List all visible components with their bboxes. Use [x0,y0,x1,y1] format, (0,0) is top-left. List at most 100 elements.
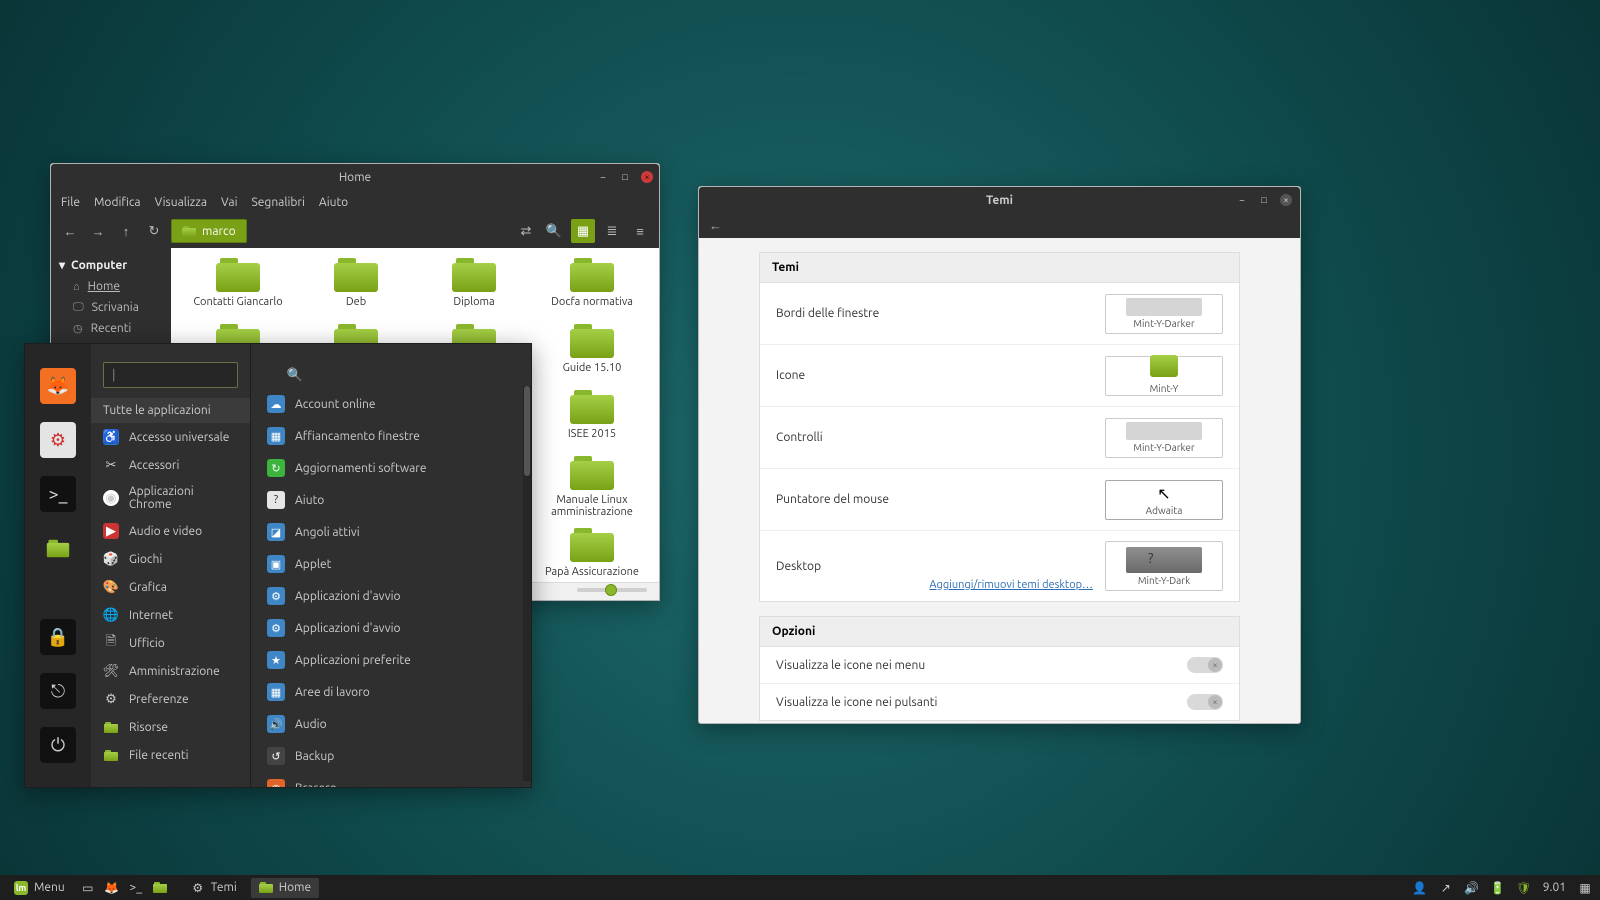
window-borders-selector[interactable]: Mint-Y-Darker [1105,294,1223,334]
app-item[interactable]: ↺Backup [257,740,525,772]
folder-item[interactable]: Docfa normativa [533,258,651,308]
refresh-button[interactable]: ↻ [143,220,165,242]
category-item[interactable]: ⚙Preferenze [91,685,250,713]
category-item[interactable]: 🛠Amministrazione [91,657,250,685]
compact-view-button[interactable]: ≡ [629,220,651,242]
shutdown-button[interactable]: ⏻ [40,727,76,763]
folder-item[interactable]: Diploma [415,258,533,308]
add-remove-desktop-themes-link[interactable]: Aggiungi/rimuovi temi desktop… [929,579,1093,591]
folder-item[interactable]: Contatti Giancarlo [179,258,297,308]
app-item[interactable]: ▦Affiancamento finestre [257,420,525,452]
category-item[interactable]: 🎲Giochi [91,545,250,573]
app-item[interactable]: ⚙Applicazioni d'avvio [257,580,525,612]
sidebar-item-recent[interactable]: ◷Recenti [51,318,171,339]
task-button-home[interactable]: Home [251,878,319,898]
category-item[interactable]: ◉Applicazioni Chrome [91,479,250,517]
category-item[interactable]: Risorse [91,713,250,741]
category-item[interactable]: 🎨Grafica [91,573,250,601]
back-button[interactable]: ← [59,220,81,242]
sidebar-item-home[interactable]: ⌂Home [51,276,171,297]
maximize-button[interactable]: □ [1258,194,1270,206]
panel-menu-button[interactable]: lm Menu [8,881,71,895]
category-item[interactable]: 🌐Internet [91,601,250,629]
user-applet-icon[interactable]: 👤 [1413,881,1427,895]
calendar-applet-icon[interactable]: ▦ [1578,881,1592,895]
menu-help[interactable]: Aiuto [319,196,348,209]
toggle-icons-in-buttons[interactable]: × [1187,694,1223,710]
file-manager-titlebar[interactable]: Home – □ × [51,164,659,190]
maximize-button[interactable]: □ [619,171,631,183]
menu-go[interactable]: Vai [221,196,238,209]
zoom-slider[interactable] [577,588,647,592]
folder-item[interactable]: ISEE 2015 [533,390,651,440]
favorite-firefox[interactable]: 🦊 [40,368,76,404]
category-item[interactable]: ✂Accessori [91,451,250,479]
search-button[interactable]: 🔍 [543,220,565,242]
category-item[interactable]: ♿Accesso universale [91,423,250,451]
minimize-button[interactable]: – [1236,194,1248,206]
favorite-terminal[interactable]: >_ [40,476,76,512]
folder-item[interactable]: Papà Assicurazione [533,528,651,578]
volume-applet-icon[interactable]: 🔊 [1465,881,1479,895]
mouse-pointer-selector[interactable]: ↖ Adwaita [1105,480,1223,520]
category-all-applications[interactable]: Tutte le applicazioni [91,398,250,423]
panel-launcher-firefox[interactable]: 🦊 [105,881,119,895]
menu-bookmarks[interactable]: Segnalibri [252,196,305,209]
panel-launcher-files[interactable] [153,881,167,895]
menu-scrollbar[interactable] [523,386,531,781]
lock-screen-button[interactable]: 🔒 [40,619,76,655]
themes-titlebar[interactable]: Temi – □ × [699,187,1300,213]
icon-view-button[interactable]: ▦ [571,219,595,243]
folder-item[interactable]: Manuale Linux amministrazione [533,456,651,518]
app-item[interactable]: ◪Angoli attivi [257,516,525,548]
menu-view[interactable]: Visualizza [155,196,207,209]
category-item[interactable]: ▶Audio e video [91,517,250,545]
sidebar-section-computer[interactable]: ▾ Computer [51,254,171,276]
favorite-files[interactable] [40,530,76,566]
app-item[interactable]: ?Aiuto [257,484,525,516]
panel-launcher-terminal[interactable]: >_ [129,881,143,895]
controls-theme-selector[interactable]: Mint-Y-Darker [1105,418,1223,458]
update-applet-icon[interactable]: 🛡 [1517,881,1531,895]
category-item[interactable]: File recenti [91,741,250,769]
category-item[interactable]: 🗎Ufficio [91,629,250,657]
games-icon: 🎲 [103,551,119,567]
app-item[interactable]: ★Applicazioni preferite [257,644,525,676]
toggle-icons-in-menus[interactable]: × [1187,657,1223,673]
favorite-software[interactable]: ⚙ [40,422,76,458]
app-item[interactable]: ▦Aree di lavoro [257,676,525,708]
app-item[interactable]: 🔊Audio [257,708,525,740]
close-button[interactable]: × [641,171,653,183]
menu-search-box[interactable]: | 🔍 [103,362,238,388]
back-button[interactable]: ← [709,218,722,233]
places-icon [103,719,119,735]
folder-icon [570,456,614,490]
task-button-temi[interactable]: ⚙ Temi [183,878,245,898]
folder-item[interactable]: Guide 15.10 [533,324,651,374]
clock-applet[interactable]: 9.01 [1543,881,1566,894]
icons-theme-selector[interactable]: Mint-Y [1105,356,1223,396]
logout-button[interactable]: ⎋ [40,673,76,709]
sidebar-item-desktop[interactable]: 🖵Scrivania [51,297,171,318]
app-item[interactable]: ⚙Applicazioni d'avvio [257,612,525,644]
scrollbar-thumb[interactable] [524,386,530,476]
list-view-button[interactable]: ≣ [601,220,623,242]
path-segment-home[interactable]: marco [171,219,247,243]
menu-file[interactable]: File [61,196,80,209]
zoom-slider-handle[interactable] [605,584,617,596]
app-item[interactable]: ↻Aggiornamenti software [257,452,525,484]
forward-button[interactable]: → [87,220,109,242]
panel-show-desktop[interactable]: ▭ [81,881,95,895]
up-button[interactable]: ↑ [115,220,137,242]
app-item[interactable]: ☁Account online [257,388,525,420]
battery-applet-icon[interactable]: 🔋 [1491,881,1505,895]
close-button[interactable]: × [1280,194,1292,206]
app-item[interactable]: ◉Brasero [257,772,525,787]
toggle-path-entry-button[interactable]: ⇄ [515,220,537,242]
app-item[interactable]: ▣Applet [257,548,525,580]
audio-icon: 🔊 [267,715,285,733]
folder-item[interactable]: Deb [297,258,415,308]
menu-edit[interactable]: Modifica [94,196,141,209]
network-applet-icon[interactable]: ↗ [1439,881,1453,895]
minimize-button[interactable]: – [597,171,609,183]
